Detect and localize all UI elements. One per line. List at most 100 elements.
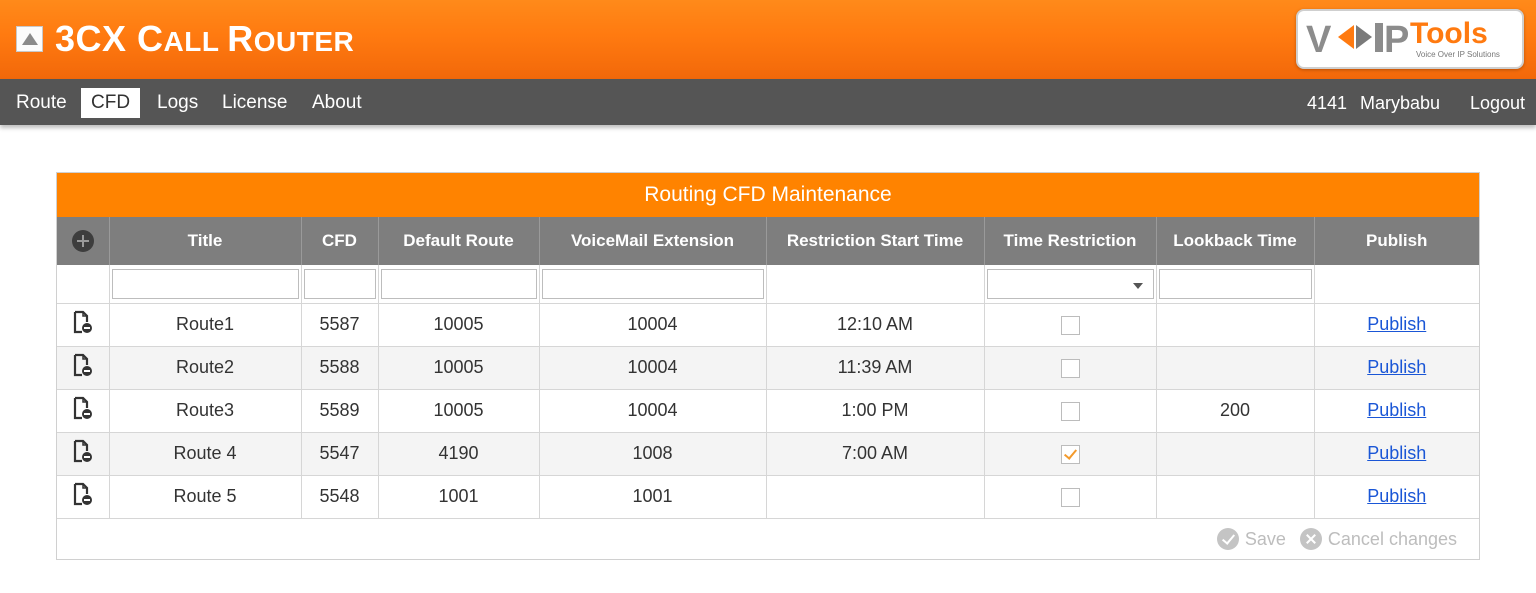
- delete-file-icon[interactable]: [73, 353, 93, 382]
- svg-text:Tools: Tools: [1410, 17, 1488, 50]
- row-delete-cell: [57, 389, 110, 433]
- cell-voicemail-extension: 10004: [539, 346, 767, 390]
- column-header-cfd[interactable]: CFD: [301, 217, 379, 265]
- cancel-label: Cancel changes: [1327, 528, 1457, 549]
- logout-link[interactable]: Logout: [1470, 88, 1525, 118]
- nav-license[interactable]: License: [212, 88, 298, 118]
- cell-lookback-time: [1156, 475, 1315, 519]
- delete-file-icon[interactable]: [73, 396, 93, 425]
- add-icon[interactable]: [71, 230, 94, 252]
- svg-text:V: V: [1306, 19, 1332, 61]
- filter-cfd-input[interactable]: [303, 268, 376, 299]
- cancel-changes-button[interactable]: Cancel changes: [1299, 528, 1457, 550]
- main-navbar: Route CFD Logs License About 4141 Maryba…: [0, 79, 1536, 125]
- save-button[interactable]: Save: [1216, 528, 1286, 550]
- cell-publish: Publish: [1314, 475, 1479, 519]
- nav-route[interactable]: Route: [6, 88, 77, 118]
- filter-voicemail-input[interactable]: [541, 268, 764, 299]
- cell-publish: Publish: [1314, 346, 1479, 390]
- delete-file-icon[interactable]: [73, 439, 93, 468]
- filter-time-restriction-select[interactable]: [986, 268, 1154, 299]
- user-extension: 4141: [1307, 93, 1348, 113]
- cell-title: Route1: [109, 303, 302, 347]
- cell-voicemail-extension: 10004: [539, 389, 767, 433]
- filter-default-route-input[interactable]: [380, 268, 537, 299]
- cell-cfd: 5589: [301, 389, 379, 433]
- check-circle-icon: [1216, 528, 1239, 550]
- time-restriction-checkbox[interactable]: [1060, 401, 1080, 421]
- time-restriction-checkbox[interactable]: [1060, 315, 1080, 335]
- publish-link[interactable]: Publish: [1367, 357, 1426, 377]
- cell-cfd: 5548: [301, 475, 379, 519]
- cancel-circle-icon: [1299, 528, 1322, 550]
- cell-lookback-time: 200: [1156, 389, 1315, 433]
- collapse-header-button[interactable]: [16, 26, 43, 52]
- row-delete-cell: [57, 475, 110, 519]
- header-row: Title CFD Default Route VoiceMail Extens…: [57, 217, 1479, 265]
- column-header-restriction-start-time[interactable]: Restriction Start Time: [766, 217, 985, 265]
- cfd-table: Title CFD Default Route VoiceMail Extens…: [57, 217, 1479, 519]
- publish-link[interactable]: Publish: [1367, 400, 1426, 420]
- chevron-down-icon: [1132, 282, 1143, 289]
- time-restriction-checkbox[interactable]: [1060, 358, 1080, 378]
- cell-voicemail-extension: 1008: [539, 432, 767, 476]
- nav-logs[interactable]: Logs: [147, 88, 208, 118]
- save-label: Save: [1244, 528, 1286, 549]
- nav-about[interactable]: About: [302, 88, 372, 118]
- cell-title: Route3: [109, 389, 302, 433]
- filter-cell-publish: [1314, 265, 1479, 304]
- cell-time-restriction: [984, 432, 1157, 476]
- app-header: 3CX CALL ROUTER V P Tools Voice Over IP …: [0, 0, 1536, 79]
- column-header-default-route[interactable]: Default Route: [378, 217, 540, 265]
- time-restriction-checkbox[interactable]: [1060, 444, 1080, 464]
- cell-time-restriction: [984, 303, 1157, 347]
- cell-voicemail-extension: 1001: [539, 475, 767, 519]
- cell-restriction-start-time: 1:00 PM: [766, 389, 985, 433]
- table-row[interactable]: Route1 5587 10005 10004 12:10 AM Publish: [57, 303, 1479, 347]
- column-header-voicemail-extension[interactable]: VoiceMail Extension: [539, 217, 767, 265]
- table-row[interactable]: Route3 5589 10005 10004 1:00 PM 200 Publish: [57, 389, 1479, 433]
- publish-link[interactable]: Publish: [1367, 443, 1426, 463]
- cell-restriction-start-time: 11:39 AM: [766, 346, 985, 390]
- grid-toolbar: Save Cancel changes: [1216, 525, 1457, 553]
- cell-publish: Publish: [1314, 389, 1479, 433]
- cell-cfd: 5587: [301, 303, 379, 347]
- cell-lookback-time: [1156, 346, 1315, 390]
- cfd-grid: Routing CFD Maintenance Title CFD Defaul…: [56, 172, 1480, 560]
- delete-file-icon[interactable]: [73, 310, 93, 339]
- row-delete-cell: [57, 346, 110, 390]
- delete-file-icon[interactable]: [73, 482, 93, 511]
- column-header-title[interactable]: Title: [109, 217, 302, 265]
- cell-cfd: 5547: [301, 432, 379, 476]
- column-header-time-restriction[interactable]: Time Restriction: [984, 217, 1157, 265]
- row-delete-cell: [57, 432, 110, 476]
- cell-time-restriction: [984, 346, 1157, 390]
- filter-row: [57, 265, 1479, 304]
- filter-title-input[interactable]: [111, 268, 299, 299]
- filter-lookback-input[interactable]: [1158, 268, 1312, 299]
- cell-lookback-time: [1156, 303, 1315, 347]
- table-row[interactable]: Route 5 5548 1001 1001 Publish: [57, 475, 1479, 519]
- time-restriction-checkbox[interactable]: [1060, 487, 1080, 507]
- filter-cell-start-time: [766, 265, 985, 304]
- cell-title: Route2: [109, 346, 302, 390]
- add-column-header: [57, 217, 110, 265]
- user-name: Marybabu: [1360, 93, 1441, 113]
- app-title: 3CX CALL ROUTER: [55, 18, 355, 59]
- voiptools-logo: V P Tools Voice Over IP Solutions: [1296, 9, 1524, 69]
- cell-cfd: 5588: [301, 346, 379, 390]
- publish-link[interactable]: Publish: [1367, 314, 1426, 334]
- cell-restriction-start-time: 7:00 AM: [766, 432, 985, 476]
- column-header-publish[interactable]: Publish: [1314, 217, 1479, 265]
- cell-lookback-time: [1156, 432, 1315, 476]
- cell-time-restriction: [984, 475, 1157, 519]
- publish-link[interactable]: Publish: [1367, 486, 1426, 506]
- svg-text:P: P: [1384, 19, 1409, 61]
- table-row[interactable]: Route2 5588 10005 10004 11:39 AM Publish: [57, 346, 1479, 390]
- column-header-lookback-time[interactable]: Lookback Time: [1156, 217, 1315, 265]
- cell-default-route: 10005: [378, 389, 540, 433]
- triangle-up-icon: [21, 33, 38, 45]
- table-row[interactable]: Route 4 5547 4190 1008 7:00 AM Publish: [57, 432, 1479, 476]
- nav-cfd[interactable]: CFD: [81, 88, 141, 118]
- filter-cell-empty: [57, 265, 110, 304]
